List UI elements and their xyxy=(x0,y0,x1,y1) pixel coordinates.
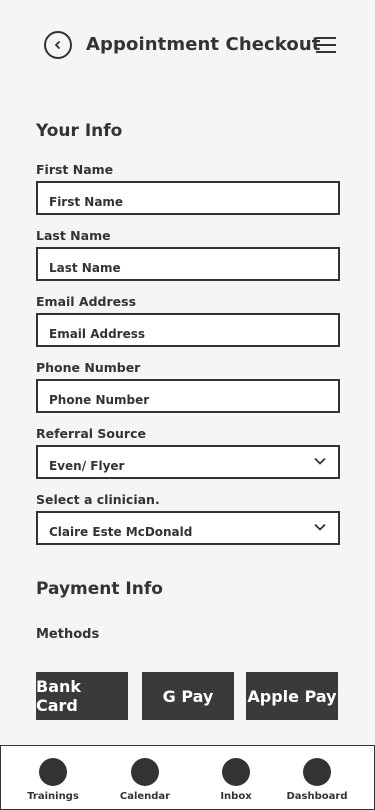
gpay-button[interactable]: G Pay xyxy=(142,672,234,720)
referral-select[interactable]: Even/ Flyer xyxy=(36,445,340,479)
last-name-placeholder: Last Name xyxy=(49,261,121,275)
last-name-label: Last Name xyxy=(36,228,111,243)
nav-item-calendar[interactable]: Calendar xyxy=(115,746,175,809)
nav-label-inbox: Inbox xyxy=(220,791,252,802)
first-name-field[interactable]: First Name xyxy=(36,181,340,215)
referral-label: Referral Source xyxy=(36,426,146,441)
hamburger-menu-icon[interactable] xyxy=(316,37,336,53)
bottom-nav: Trainings Calendar Inbox Dashboard xyxy=(0,745,375,810)
nav-label-trainings: Trainings xyxy=(27,791,79,802)
clinician-value: Claire Este McDonald xyxy=(49,525,193,539)
email-placeholder: Email Address xyxy=(49,327,146,341)
header: Appointment Checkout xyxy=(0,0,375,90)
page-title: Appointment Checkout xyxy=(86,34,321,55)
phone-field[interactable]: Phone Number xyxy=(36,379,340,413)
payment-info-heading: Payment Info xyxy=(36,579,163,599)
methods-label: Methods xyxy=(36,627,100,642)
calendar-icon xyxy=(131,758,159,786)
nav-label-calendar: Calendar xyxy=(119,791,171,802)
last-name-field[interactable]: Last Name xyxy=(36,247,340,281)
first-name-label: First Name xyxy=(36,162,114,177)
phone-label: Phone Number xyxy=(36,360,141,375)
dashboard-icon xyxy=(303,758,331,786)
inbox-icon xyxy=(222,758,250,786)
nav-item-inbox[interactable]: Inbox xyxy=(206,746,266,809)
back-button[interactable] xyxy=(44,31,72,59)
referral-value: Even/ Flyer xyxy=(49,459,125,473)
first-name-placeholder: First Name xyxy=(49,195,124,209)
clinician-label: Select a clinician. xyxy=(36,492,160,507)
clinician-select[interactable]: Claire Este McDonald xyxy=(36,511,340,545)
phone-placeholder: Phone Number xyxy=(49,393,150,407)
email-field[interactable]: Email Address xyxy=(36,313,340,347)
apple-pay-button[interactable]: Apple Pay xyxy=(246,672,338,720)
nav-label-dashboard: Dashboard xyxy=(286,791,348,802)
chevron-down-icon xyxy=(314,523,326,531)
email-label: Email Address xyxy=(36,294,137,309)
nav-item-trainings[interactable]: Trainings xyxy=(23,746,83,809)
chevron-left-icon xyxy=(54,40,61,50)
nav-item-dashboard[interactable]: Dashboard xyxy=(286,746,348,809)
trainings-icon xyxy=(39,758,67,786)
chevron-down-icon xyxy=(314,457,326,465)
bank-card-button[interactable]: Bank Card xyxy=(36,672,128,720)
your-info-heading: Your Info xyxy=(36,121,123,141)
